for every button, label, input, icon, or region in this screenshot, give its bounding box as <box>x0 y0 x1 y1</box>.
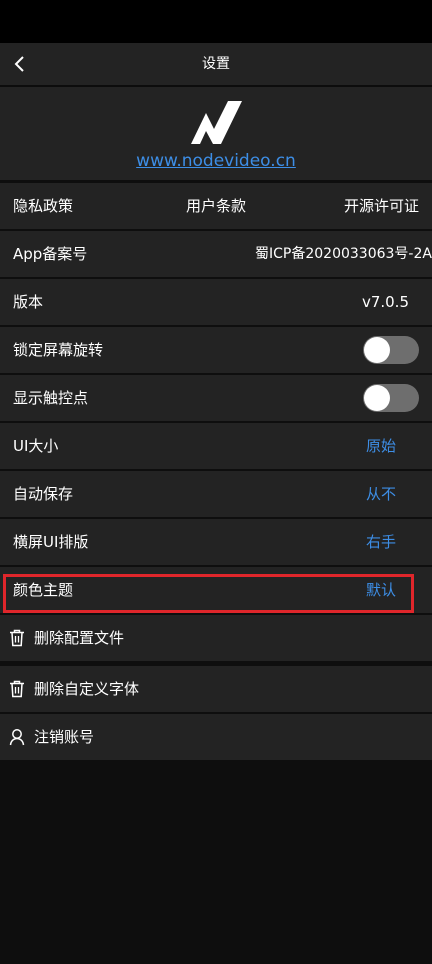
delete-account-label: 注销账号 <box>34 728 95 746</box>
color-theme-value[interactable]: 默认 <box>366 567 396 613</box>
delete-config-label: 删除配置文件 <box>34 629 125 647</box>
website-link[interactable]: www.nodevideo.cn <box>0 151 432 171</box>
delete-fonts-row[interactable]: 删除自定义字体 <box>0 666 432 712</box>
landscape-layout-value[interactable]: 右手 <box>366 519 396 565</box>
landscape-layout-label: 横屏UI排版 <box>13 533 89 551</box>
open-source-license-link[interactable]: 开源许可证 <box>344 183 419 229</box>
user-terms-link[interactable]: 用户条款 <box>186 183 246 229</box>
delete-fonts-label: 删除自定义字体 <box>34 680 140 698</box>
nav-bar: 设置 <box>0 43 432 87</box>
show-touches-row[interactable]: 显示触控点 <box>0 375 432 421</box>
ui-size-value[interactable]: 原始 <box>366 423 396 469</box>
legal-links-row: 隐私政策 用户条款 开源许可证 <box>0 183 432 229</box>
autosave-label: 自动保存 <box>13 485 74 503</box>
lock-rotation-row[interactable]: 锁定屏幕旋转 <box>0 327 432 373</box>
delete-account-row[interactable]: 注销账号 <box>0 714 432 760</box>
toggle-knob <box>364 385 390 411</box>
delete-config-row[interactable]: 删除配置文件 <box>0 615 432 661</box>
trash-icon <box>10 680 24 698</box>
ui-size-row[interactable]: UI大小 原始 <box>0 423 432 469</box>
user-icon <box>9 729 25 746</box>
filing-number-value: 蜀ICP备2020033063号-2A <box>255 246 432 262</box>
landscape-layout-row[interactable]: 横屏UI排版 右手 <box>0 519 432 565</box>
nodevideo-logo-icon <box>191 101 242 144</box>
color-theme-row[interactable]: 颜色主题 默认 <box>0 567 432 613</box>
trash-icon <box>10 629 24 647</box>
back-button[interactable] <box>0 43 40 85</box>
autosave-value[interactable]: 从不 <box>366 471 396 517</box>
status-bar <box>0 0 432 43</box>
ui-size-label: UI大小 <box>13 437 59 455</box>
filing-number-label: App备案号 <box>13 245 88 263</box>
filing-number-row: App备案号 蜀ICP备2020033063号-2A <box>0 231 432 277</box>
version-label: 版本 <box>13 293 44 311</box>
page-title: 设置 <box>202 56 230 72</box>
autosave-row[interactable]: 自动保存 从不 <box>0 471 432 517</box>
privacy-policy-link[interactable]: 隐私政策 <box>13 183 73 229</box>
chevron-left-icon <box>14 56 24 72</box>
toggle-knob <box>364 337 390 363</box>
version-row: 版本 v7.0.5 <box>0 279 432 325</box>
version-value: v7.0.5 <box>361 293 409 311</box>
color-theme-label: 颜色主题 <box>13 581 74 599</box>
app-header: www.nodevideo.cn <box>0 87 432 180</box>
lock-rotation-toggle[interactable] <box>363 336 419 364</box>
show-touches-toggle[interactable] <box>363 384 419 412</box>
lock-rotation-label: 锁定屏幕旋转 <box>13 341 104 359</box>
show-touches-label: 显示触控点 <box>13 389 89 407</box>
